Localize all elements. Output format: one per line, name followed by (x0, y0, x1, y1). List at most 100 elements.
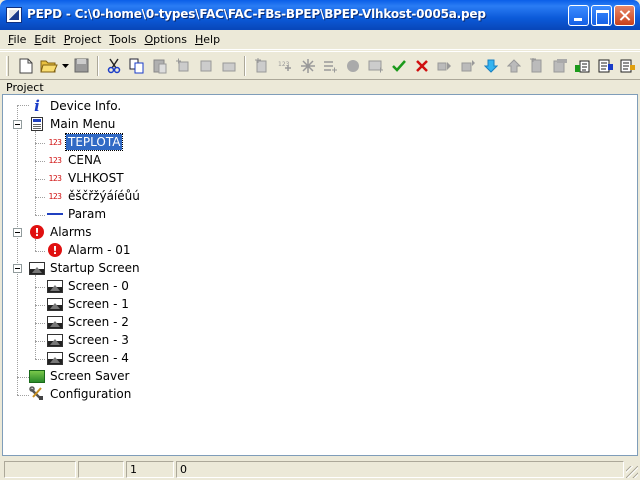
menu-project[interactable]: Project (60, 32, 106, 48)
arrow-up-icon[interactable] (502, 55, 525, 77)
export-icon[interactable] (571, 55, 594, 77)
screen-add-icon[interactable] (365, 55, 388, 77)
save-icon[interactable] (70, 55, 93, 77)
tree-node-screen[interactable]: Screen - 1 (47, 295, 131, 313)
project-tree[interactable]: i Device Info. Main Menu 123 TEPLOTA 123… (2, 94, 638, 456)
menu-edit[interactable]: Edit (30, 32, 59, 48)
menu-options-label: ptions (153, 32, 187, 46)
configuration-tools-icon (29, 386, 45, 402)
title-bar[interactable]: PEPD - C:\0-home\0-types\FAC\FAC-FBs-BPE… (0, 0, 640, 30)
list-add-icon[interactable] (319, 55, 342, 77)
minimize-button[interactable] (568, 5, 589, 26)
tree-node-label: Screen - 1 (68, 297, 129, 311)
expander-main-menu[interactable] (13, 120, 22, 129)
insert-123-icon[interactable]: 123 (273, 55, 296, 77)
status-cell (4, 461, 76, 478)
tree-line (17, 105, 29, 106)
cancel-icon[interactable] (411, 55, 434, 77)
menu-help-accel: H (194, 32, 204, 46)
paste-icon[interactable] (149, 55, 172, 77)
tree-line (35, 341, 45, 342)
tree-node-label: Screen Saver (50, 369, 130, 383)
tree-node-menu-item[interactable]: 123 TEPLOTA (47, 133, 124, 151)
add-item-icon[interactable] (172, 55, 195, 77)
tree-node-main-menu[interactable]: Main Menu (29, 115, 117, 133)
tree-line (17, 105, 18, 395)
copy-icon[interactable] (126, 55, 149, 77)
tree-node-menu-item[interactable]: 123 VLHKOST (47, 169, 126, 187)
page-alt-icon[interactable] (548, 55, 571, 77)
tree-node-alarm-item[interactable]: ! Alarm - 01 (47, 241, 133, 259)
tree-node-screen[interactable]: Screen - 4 (47, 349, 131, 367)
maximize-button[interactable] (591, 5, 612, 26)
tree-node-label: VLHKOST (68, 171, 124, 185)
expander-alarms[interactable] (13, 228, 22, 237)
move-alt-icon[interactable] (457, 55, 480, 77)
menu-icon (29, 116, 45, 132)
check-icon[interactable] (388, 55, 411, 77)
build-icon[interactable] (617, 55, 640, 77)
open-dropdown-icon[interactable] (61, 55, 70, 77)
menu-file[interactable]: File (4, 32, 30, 48)
tree-node-label: Alarm - 01 (68, 243, 131, 257)
tree-node-label: Screen - 4 (68, 351, 129, 365)
insert-alt-icon[interactable] (217, 55, 240, 77)
tree-node-screen[interactable]: Screen - 2 (47, 313, 131, 331)
tree-node-label: Main Menu (50, 117, 116, 131)
tree-node-device-info[interactable]: i Device Info. (29, 97, 123, 115)
screen-icon (29, 260, 45, 276)
arrow-down-icon[interactable] (479, 55, 502, 77)
open-folder-icon[interactable] (38, 55, 61, 77)
insert-item-icon[interactable] (194, 55, 217, 77)
tree-node-label: Screen - 3 (68, 333, 129, 347)
add-node-icon[interactable] (250, 55, 273, 77)
tree-node-label: Alarms (50, 225, 92, 239)
menu-file-label: ile (13, 32, 27, 46)
resize-grip[interactable] (626, 466, 638, 478)
tree-node-startup-screen[interactable]: Startup Screen (29, 259, 142, 277)
menu-help[interactable]: Help (191, 32, 224, 48)
toolbar-grip[interactable] (6, 55, 9, 76)
app-icon[interactable] (6, 7, 22, 23)
tree-node-screen[interactable]: Screen - 0 (47, 277, 131, 295)
menu-project-label: roject (70, 32, 102, 46)
delete-item-icon[interactable] (296, 55, 319, 77)
screen-icon (47, 278, 63, 294)
menu-edit-label: dit (41, 32, 56, 46)
tree-node-label: ěščřžýáíéůú (68, 189, 140, 203)
screen-saver-icon (29, 368, 45, 384)
list-icon (47, 206, 63, 222)
tree-line (35, 305, 45, 306)
status-bar: 1 0 (0, 458, 640, 480)
tree-node-menu-item[interactable]: 123 CENA (47, 151, 103, 169)
screen-icon (47, 296, 63, 312)
123-icon: 123 (48, 191, 62, 201)
expander-startup-screen[interactable] (13, 264, 22, 273)
alarm-add-icon[interactable] (342, 55, 365, 77)
cut-icon[interactable] (103, 55, 126, 77)
tree-node-menu-item[interactable]: Param (47, 205, 108, 223)
tree-node-screen-saver[interactable]: Screen Saver (29, 367, 131, 385)
page-icon[interactable] (525, 55, 548, 77)
tree-line (35, 179, 45, 180)
screen-icon (47, 314, 63, 330)
tree-line (35, 215, 45, 216)
menu-tools[interactable]: Tools (105, 32, 140, 48)
move-icon[interactable] (434, 55, 457, 77)
new-file-icon[interactable] (15, 55, 38, 77)
tree-node-alarms[interactable]: ! Alarms (29, 223, 94, 241)
tree-line (35, 197, 45, 198)
menu-options[interactable]: Options (141, 32, 191, 48)
tree-node-label: Startup Screen (50, 261, 140, 275)
close-button[interactable] (614, 5, 635, 26)
tree-node-menu-item[interactable]: 123 ěščřžýáíéůú (47, 187, 142, 205)
screen-icon (47, 332, 63, 348)
tree-node-label: CENA (68, 153, 102, 167)
import-icon[interactable] (594, 55, 617, 77)
tree-node-label: Param (68, 207, 107, 221)
tree-line (17, 395, 29, 396)
menu-bar: File Edit Project Tools Options Help (0, 30, 640, 50)
screen-icon (47, 350, 63, 366)
tree-node-configuration[interactable]: Configuration (29, 385, 133, 403)
tree-node-screen[interactable]: Screen - 3 (47, 331, 131, 349)
